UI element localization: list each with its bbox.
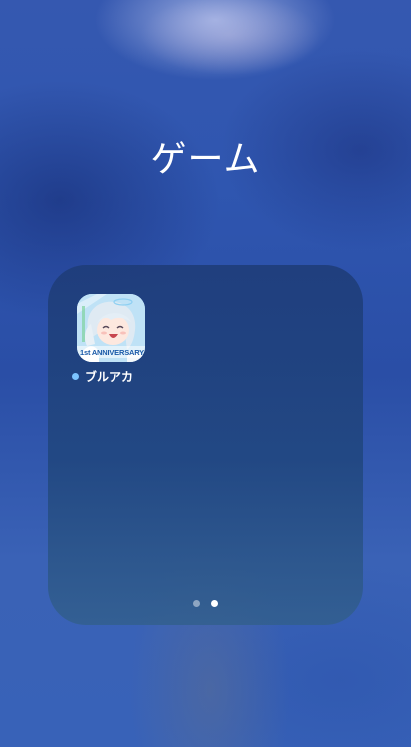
blue-archive-app-icon[interactable]: 1st ANNIVERSARY	[77, 294, 145, 362]
home-screen-background: ゲーム 1st ANNIVERSARY ブルアカ	[0, 0, 411, 747]
page-indicator[interactable]	[48, 600, 363, 610]
anniversary-badge-text: 1st ANNIVERSARY	[80, 348, 144, 357]
page-dot-2-active[interactable]	[211, 600, 218, 607]
app-label-row: ブルアカ	[72, 368, 162, 384]
new-update-dot-icon	[72, 372, 79, 380]
app-label: ブルアカ	[85, 369, 134, 384]
page-dot-1[interactable]	[193, 600, 200, 607]
app-blue-archive[interactable]: 1st ANNIVERSARY ブルアカ	[72, 294, 152, 384]
folder-panel: 1st ANNIVERSARY ブルアカ	[48, 265, 363, 625]
folder-title[interactable]: ゲーム	[0, 130, 411, 182]
